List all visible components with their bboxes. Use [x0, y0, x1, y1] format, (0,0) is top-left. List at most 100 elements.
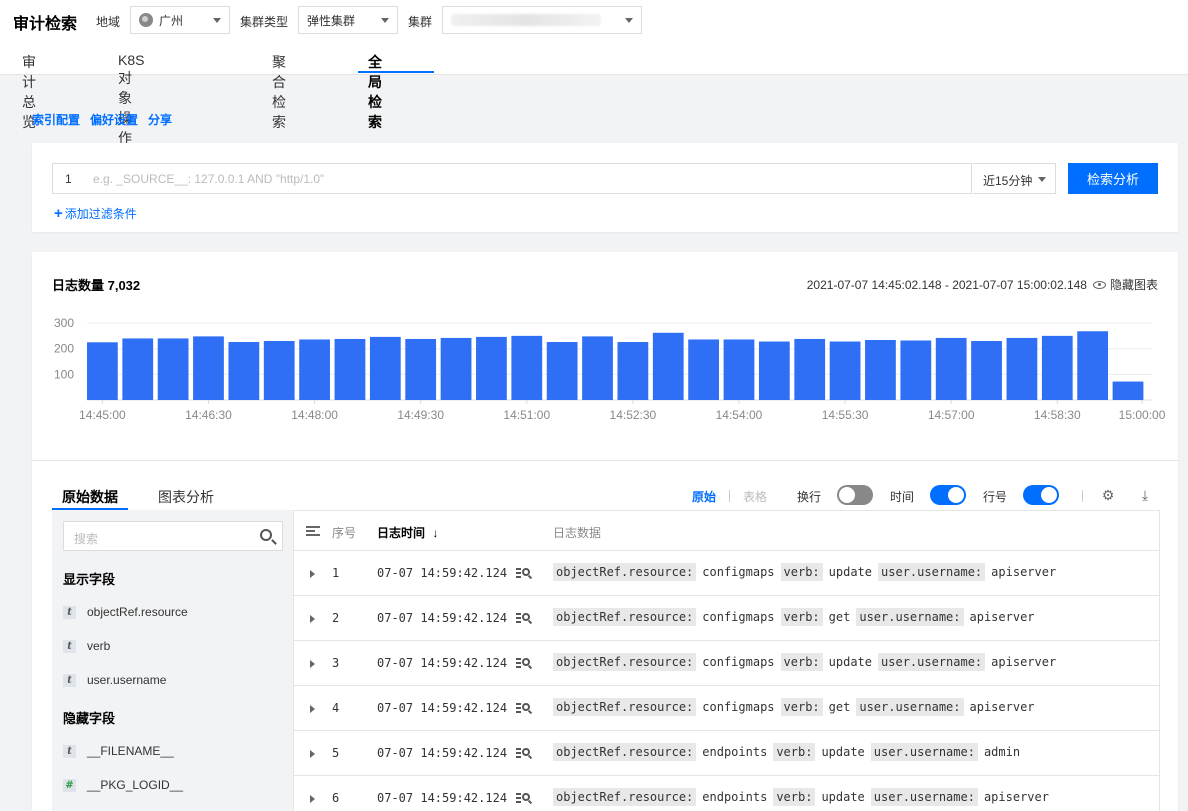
value-text[interactable]: apiserver	[984, 790, 1049, 804]
value-text[interactable]: apiserver	[970, 700, 1035, 714]
y-tick-label: 300	[54, 316, 74, 330]
search-analyze-button[interactable]: 检索分析	[1068, 163, 1158, 194]
value-text[interactable]: update	[829, 655, 872, 669]
value-text[interactable]: configmaps	[702, 610, 774, 624]
log-data: objectRef.resource: configmaps verb: update…	[553, 563, 1062, 581]
context-search-icon[interactable]	[516, 567, 533, 580]
table-row[interactable]: 2 07-07 14:59:42.124 objectRef.resource: co…	[294, 596, 1160, 641]
lineno-toggle[interactable]	[1023, 485, 1059, 505]
context-search-icon[interactable]	[516, 702, 533, 715]
expand-caret-icon[interactable]	[310, 750, 315, 758]
field-name: __PKG_LOGID__	[87, 778, 184, 792]
context-search-icon[interactable]	[516, 612, 533, 625]
field-item[interactable]: t verb	[63, 639, 110, 653]
field-item[interactable]: # __PKG_LOGID__	[63, 778, 183, 792]
key-tag[interactable]: verb:	[773, 788, 816, 806]
region-select[interactable]: 广州	[130, 6, 230, 34]
value-text[interactable]: configmaps	[702, 565, 774, 579]
key-tag[interactable]: objectRef.resource:	[553, 653, 697, 671]
value-text[interactable]: get	[829, 700, 851, 714]
mode-raw[interactable]: 原始	[692, 488, 716, 505]
value-text[interactable]: update	[829, 565, 872, 579]
share-link[interactable]: 分享	[148, 111, 172, 128]
cluster-type-select[interactable]: 弹性集群	[298, 6, 398, 34]
key-tag[interactable]: user.username:	[870, 788, 978, 806]
time-range-select[interactable]: 近15分钟	[973, 163, 1056, 194]
expand-caret-icon[interactable]	[310, 570, 315, 578]
histogram-bar	[935, 337, 967, 400]
key-tag[interactable]: user.username:	[878, 653, 986, 671]
key-tag[interactable]: verb:	[780, 608, 823, 626]
log-table: 序号 日志时间 ↓ 日志数据 1 07-07 14:59:42.124 object…	[294, 510, 1160, 811]
key-tag[interactable]: objectRef.resource:	[553, 743, 697, 761]
histogram-bar	[87, 342, 118, 400]
log-data: objectRef.resource: configmaps verb: get use…	[553, 698, 1041, 716]
table-row[interactable]: 1 07-07 14:59:42.124 objectRef.resource: co…	[294, 551, 1160, 596]
key-tag[interactable]: verb:	[780, 653, 823, 671]
value-text[interactable]: apiserver	[970, 610, 1035, 624]
value-text[interactable]: get	[829, 610, 851, 624]
key-tag[interactable]: objectRef.resource:	[553, 698, 697, 716]
field-item[interactable]: t user.username	[63, 673, 166, 687]
add-filter-label: 添加过滤条件	[64, 207, 137, 221]
key-tag[interactable]: verb:	[773, 743, 816, 761]
tab-aggregate-search[interactable]: 聚合检索	[272, 52, 286, 132]
key-tag[interactable]: user.username:	[878, 563, 986, 581]
column-header-time[interactable]: 日志时间 ↓	[377, 524, 438, 541]
context-search-icon[interactable]	[516, 792, 533, 805]
time-toggle[interactable]	[930, 485, 966, 505]
key-tag[interactable]: verb:	[780, 698, 823, 716]
value-text[interactable]: endpoints	[702, 745, 767, 759]
value-text[interactable]: admin	[984, 745, 1020, 759]
value-text[interactable]: apiserver	[991, 655, 1056, 669]
table-row[interactable]: 4 07-07 14:59:42.124 objectRef.resource: co…	[294, 686, 1160, 731]
value-text[interactable]: configmaps	[702, 655, 774, 669]
key-tag[interactable]: verb:	[780, 563, 823, 581]
download-icon[interactable]: ⤓	[1137, 487, 1153, 503]
expand-caret-icon[interactable]	[310, 705, 315, 713]
index-config-link[interactable]: 索引配置	[32, 111, 80, 128]
expand-caret-icon[interactable]	[310, 795, 315, 803]
key-tag[interactable]: user.username:	[856, 698, 964, 716]
region-label: 地域	[96, 15, 121, 29]
gear-icon[interactable]: ⚙	[1100, 487, 1116, 503]
wrap-toggle[interactable]	[837, 485, 873, 505]
cluster-select[interactable]	[442, 6, 642, 34]
context-search-icon[interactable]	[516, 657, 533, 670]
hide-chart-button[interactable]: 隐藏图表	[1110, 276, 1158, 293]
preferences-link[interactable]: 偏好设置	[90, 111, 138, 128]
histogram-bar	[829, 341, 861, 400]
histogram-bar	[1077, 331, 1109, 400]
eye-icon[interactable]	[1092, 280, 1106, 289]
active-tab-indicator	[358, 71, 434, 73]
mode-table[interactable]: 表格	[743, 488, 767, 505]
key-tag[interactable]: objectRef.resource:	[553, 608, 697, 626]
histogram-bar	[971, 341, 1002, 400]
table-row[interactable]: 3 07-07 14:59:42.124 objectRef.resource: co…	[294, 641, 1160, 686]
query-input[interactable]: 1 e.g. _SOURCE__: 127.0.0.1 AND "http/1.…	[52, 163, 972, 194]
field-search-input[interactable]: 搜索	[63, 521, 283, 551]
tab-global-search[interactable]: 全局检索	[368, 52, 382, 132]
tab-raw-data[interactable]: 原始数据	[62, 487, 118, 507]
value-text[interactable]: configmaps	[702, 700, 774, 714]
expand-caret-icon[interactable]	[310, 615, 315, 623]
key-tag[interactable]: user.username:	[870, 743, 978, 761]
search-panel: 1 e.g. _SOURCE__: 127.0.0.1 AND "http/1.…	[32, 143, 1178, 232]
field-item[interactable]: t objectRef.resource	[63, 605, 188, 619]
key-tag[interactable]: user.username:	[856, 608, 964, 626]
histogram-bar	[228, 342, 260, 400]
add-filter-button[interactable]: + 添加过滤条件	[54, 205, 137, 222]
column-menu-icon[interactable]	[306, 526, 320, 536]
value-text[interactable]: update	[821, 790, 864, 804]
table-row[interactable]: 6 07-07 14:59:42.124 objectRef.resource: en…	[294, 776, 1160, 811]
table-row[interactable]: 5 07-07 14:59:42.124 objectRef.resource: en…	[294, 731, 1160, 776]
field-item[interactable]: t __FILENAME__	[63, 744, 174, 758]
context-search-icon[interactable]	[516, 747, 533, 760]
key-tag[interactable]: objectRef.resource:	[553, 788, 697, 806]
value-text[interactable]: endpoints	[702, 790, 767, 804]
tab-chart-analysis[interactable]: 图表分析	[158, 487, 214, 507]
value-text[interactable]: apiserver	[991, 565, 1056, 579]
key-tag[interactable]: objectRef.resource:	[553, 563, 697, 581]
expand-caret-icon[interactable]	[310, 660, 315, 668]
value-text[interactable]: update	[821, 745, 864, 759]
